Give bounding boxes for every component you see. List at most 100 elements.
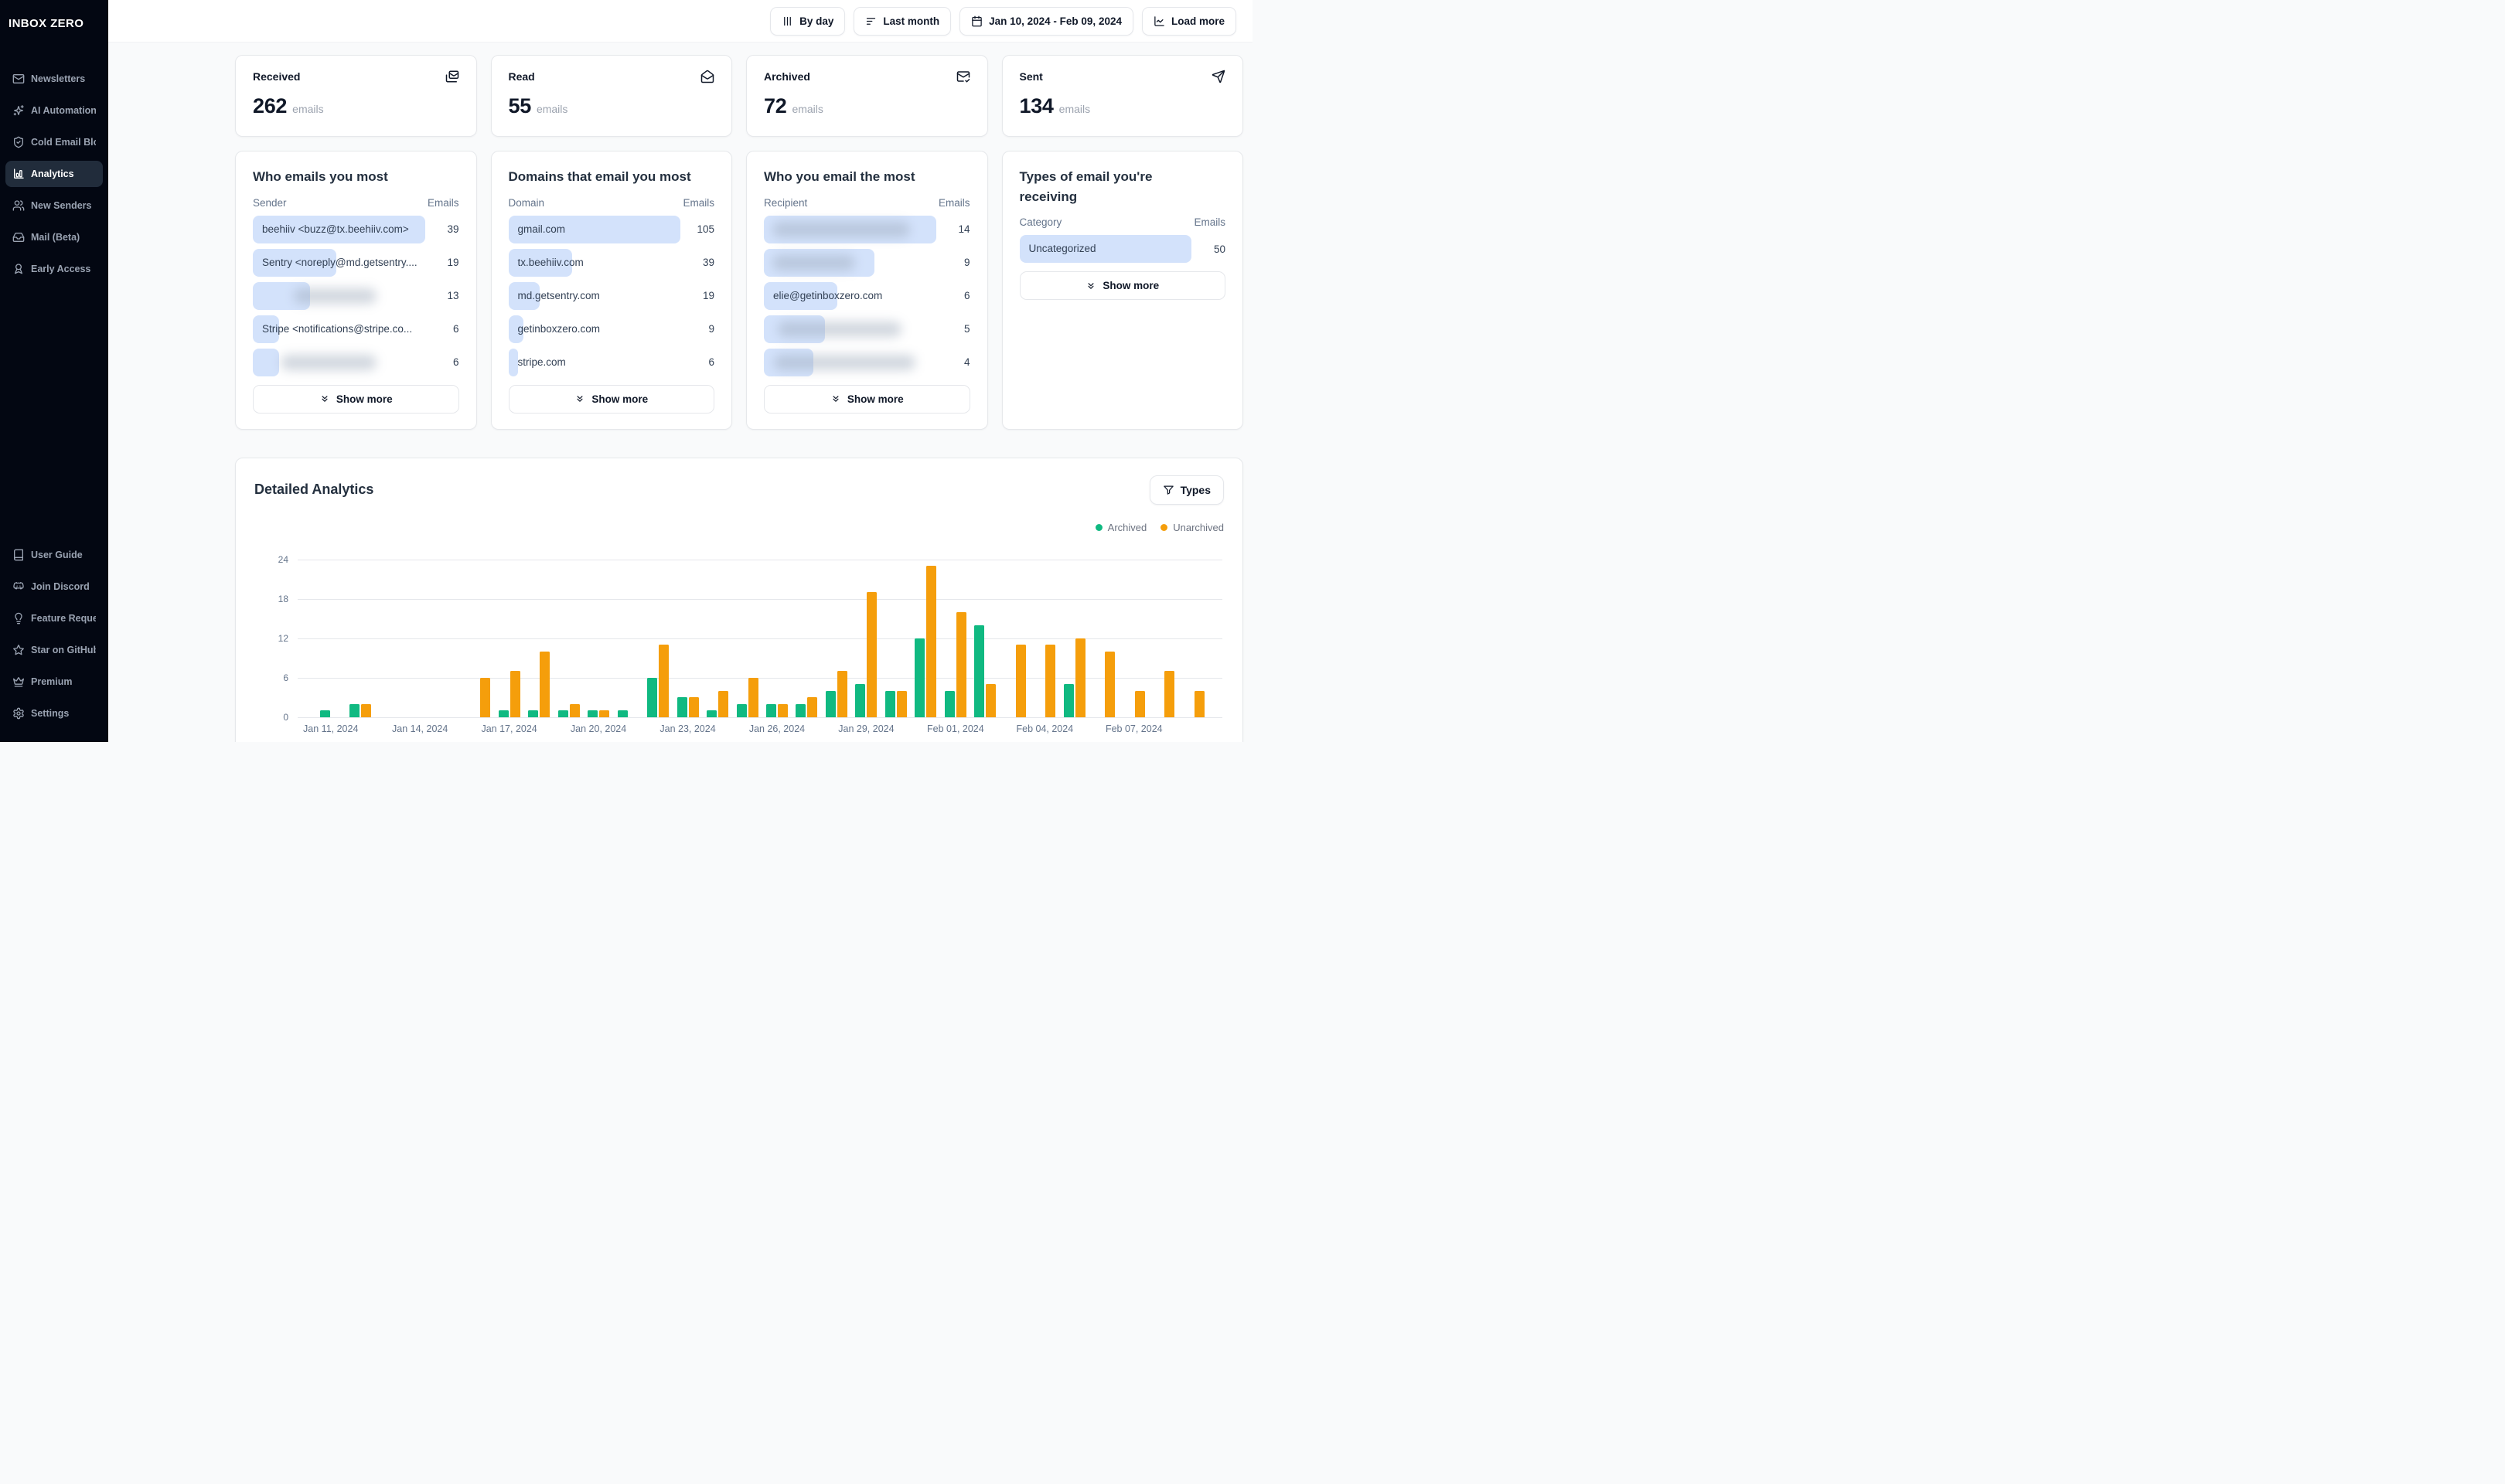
bar-unarchived[interactable]	[748, 677, 758, 717]
sidebar-item-feature-requests[interactable]: Feature Requests	[5, 605, 103, 631]
sidebar-item-ai-automation[interactable]: AI Automation	[5, 97, 103, 124]
bar-unarchived[interactable]	[837, 671, 847, 717]
sidebar-item-join-discord[interactable]: Join Discord	[5, 574, 103, 600]
sidebar-item-star-on-github[interactable]: Star on GitHub	[5, 637, 103, 663]
bar-unarchived[interactable]	[1134, 690, 1145, 717]
bar-archived[interactable]	[884, 690, 895, 717]
bar-archived[interactable]	[944, 690, 955, 717]
legend-item-unarchived[interactable]: Unarchived	[1160, 522, 1224, 533]
load-more-button[interactable]: Load more	[1141, 6, 1236, 36]
sidebar-item-mail-beta[interactable]: Mail (Beta)	[5, 224, 103, 250]
load-more-label: Load more	[1171, 15, 1225, 27]
sidebar-item-label: Feature Requests	[31, 613, 96, 624]
email-count: 6	[452, 323, 459, 335]
list-item: md.getsentry.com 19	[508, 281, 714, 310]
show-more-button[interactable]: Show more	[1019, 271, 1225, 300]
email-count: 6	[452, 356, 459, 368]
bar-archived[interactable]	[796, 703, 806, 717]
bar-unarchived[interactable]	[1015, 645, 1026, 717]
types-filter-button[interactable]: Types	[1149, 475, 1224, 505]
sidebar-item-user-guide[interactable]: User Guide	[5, 542, 103, 568]
bar-archived[interactable]	[825, 690, 836, 717]
sidebar-item-analytics[interactable]: Analytics	[5, 161, 103, 187]
email-count: 39	[447, 223, 459, 235]
email-count: 19	[447, 257, 459, 268]
legend-item-archived[interactable]: Archived	[1095, 522, 1147, 533]
bar-archived[interactable]	[319, 710, 330, 717]
app-root: INBOX ZERO Newsletters AI Automation Col…	[0, 0, 1252, 742]
bar-archived[interactable]	[736, 703, 747, 717]
bar-unarchived[interactable]	[1075, 638, 1086, 717]
bar-archived[interactable]	[557, 710, 568, 717]
chevrons-down-icon	[577, 396, 583, 402]
bar-unarchived[interactable]	[659, 645, 670, 717]
bar-archived[interactable]	[647, 677, 658, 717]
sidebar-item-premium[interactable]: Premium	[5, 669, 103, 695]
bar-archived[interactable]	[1063, 684, 1074, 717]
show-more-button[interactable]: Show more	[508, 384, 714, 414]
x-axis-label: Feb 01, 2024	[927, 723, 984, 734]
usage-bar-track	[764, 248, 936, 277]
bar-unarchived[interactable]	[718, 690, 729, 717]
bar-archived[interactable]	[855, 684, 866, 717]
bar-unarchived[interactable]	[1045, 645, 1056, 717]
bar-archived[interactable]	[707, 710, 717, 717]
sidebar-item-early-access[interactable]: Early Access	[5, 256, 103, 282]
bar-unarchived[interactable]	[1105, 651, 1116, 717]
usage-bar-track: md.getsentry.com	[508, 281, 681, 310]
panel-rows: Uncategorized 50	[1019, 235, 1225, 263]
sidebar-item-cold-email-blocker[interactable]: Cold Email Blocker	[5, 129, 103, 155]
redacted-blur	[294, 288, 377, 304]
sidebar-item-settings[interactable]: Settings	[5, 700, 103, 727]
row-label: Sentry <noreply@md.getsentry....	[262, 256, 418, 268]
bar-archived[interactable]	[677, 697, 687, 717]
bar-unarchived[interactable]	[510, 671, 520, 717]
bar-unarchived[interactable]	[777, 703, 788, 717]
sidebar-item-label: AI Automation	[31, 105, 96, 116]
show-more-button[interactable]: Show more	[764, 384, 970, 414]
sidebar-item-label: Cold Email Blocker	[31, 137, 96, 148]
bar-unarchived[interactable]	[807, 697, 818, 717]
bar-unarchived[interactable]	[926, 566, 937, 717]
last-month-button[interactable]: Last month	[854, 6, 952, 36]
bar-archived[interactable]	[588, 710, 598, 717]
column-header: Emails	[683, 196, 714, 209]
date-range-button[interactable]: Jan 10, 2024 - Feb 09, 2024	[959, 6, 1133, 36]
chart-line-icon	[1154, 15, 1164, 26]
bar-unarchived[interactable]	[867, 592, 878, 717]
bar-unarchived[interactable]	[480, 677, 491, 717]
bar-archived[interactable]	[349, 703, 360, 717]
sidebar-item-newsletters[interactable]: Newsletters	[5, 66, 103, 92]
bar-archived[interactable]	[974, 625, 985, 717]
bar-unarchived[interactable]	[1194, 690, 1205, 717]
sidebar-item-new-senders[interactable]: New Senders	[5, 192, 103, 219]
stat-label: Sent	[1019, 70, 1043, 83]
stat-value: 262	[253, 94, 288, 117]
panel-title: Who emails you most	[253, 169, 388, 184]
x-axis-label: Jan 14, 2024	[392, 723, 448, 734]
bar-unarchived[interactable]	[896, 690, 907, 717]
bar-unarchived[interactable]	[956, 611, 966, 717]
show-more-label: Show more	[847, 393, 904, 405]
bar-archived[interactable]	[498, 710, 509, 717]
bar-unarchived[interactable]	[540, 651, 550, 717]
row-label: Stripe <notifications@stripe.co...	[262, 322, 413, 335]
bar-unarchived[interactable]	[361, 703, 372, 717]
chevrons-down-icon	[833, 396, 839, 402]
y-axis-label: 24	[278, 553, 288, 565]
bar-archived[interactable]	[915, 638, 925, 717]
bar-unarchived[interactable]	[1164, 671, 1175, 717]
show-more-button[interactable]: Show more	[253, 384, 459, 414]
bar-unarchived[interactable]	[599, 710, 610, 717]
by-day-button[interactable]: By day	[770, 6, 846, 36]
bar-unarchived[interactable]	[569, 703, 580, 717]
bar-unarchived[interactable]	[986, 684, 997, 717]
bar-unarchived[interactable]	[688, 697, 699, 717]
bar-archived[interactable]	[528, 710, 539, 717]
bar-archived[interactable]	[765, 703, 776, 717]
usage-bar-track: stripe.com	[508, 348, 681, 376]
stats-row: Received 262 emails Read 55 emails Archi…	[235, 55, 1243, 137]
bar-archived[interactable]	[617, 710, 628, 717]
redacted-blur	[772, 221, 911, 237]
legend-label: Unarchived	[1173, 521, 1224, 533]
